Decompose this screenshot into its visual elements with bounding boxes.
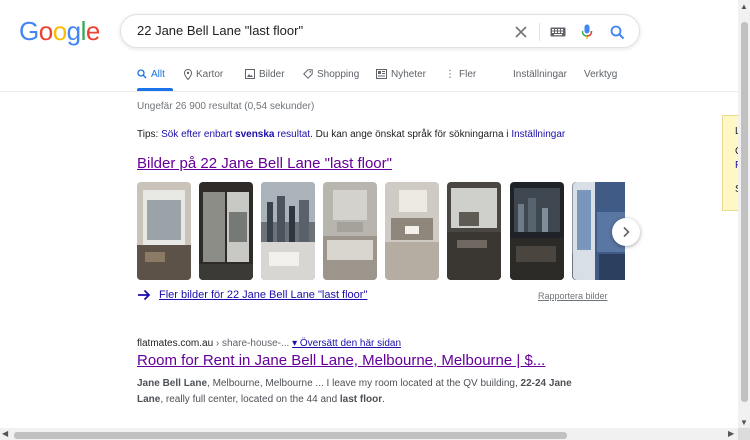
tab-more[interactable]: ⋮ Fler: [445, 67, 476, 81]
news-icon: [376, 69, 387, 79]
image-thumbnail[interactable]: [323, 182, 377, 280]
search-input[interactable]: 22 Jane Bell Lane "last floor": [137, 23, 303, 38]
image-icon: [245, 69, 255, 79]
vertical-scrollbar-thumb[interactable]: [741, 22, 748, 402]
settings-link[interactable]: Inställningar: [511, 129, 565, 140]
tabs-divider: [0, 91, 750, 92]
logo-letter: o: [38, 16, 53, 46]
tip-prefix: Tips:: [137, 129, 162, 140]
scroll-left-arrow-icon[interactable]: ◀: [2, 429, 8, 438]
search-icon[interactable]: [606, 21, 628, 43]
result-domain: flatmates.com.au: [137, 338, 214, 349]
tab-all-label: Allt: [151, 68, 165, 80]
tab-news[interactable]: Nyheter: [376, 67, 426, 81]
result-cite: flatmates.com.au › share-house-... ▾ Öve…: [137, 338, 401, 349]
logo-letter: g: [66, 16, 81, 46]
image-thumbnail[interactable]: [447, 182, 501, 280]
image-thumbnail[interactable]: [385, 182, 439, 280]
divider: [539, 23, 540, 41]
snippet-text: , really full center, located on the 44 …: [160, 394, 340, 405]
image-thumbnail[interactable]: [199, 182, 253, 280]
tab-settings[interactable]: Inställningar: [513, 67, 567, 81]
snippet-highlight: 22-24: [520, 378, 547, 389]
scroll-right-arrow-icon[interactable]: ▶: [728, 429, 734, 438]
tab-tools[interactable]: Verktyg: [584, 67, 617, 81]
tab-images[interactable]: Bilder: [245, 67, 285, 81]
image-thumbnail[interactable]: [510, 182, 564, 280]
arrow-right-icon: [138, 289, 151, 301]
image-thumbnail[interactable]: [137, 182, 191, 280]
more-dots-icon: ⋮: [445, 68, 455, 80]
tab-all[interactable]: Allt: [137, 67, 165, 81]
scroll-up-arrow-icon[interactable]: ▲: [740, 2, 748, 11]
tab-images-label: Bilder: [259, 68, 285, 80]
snippet-text: .: [382, 394, 385, 405]
more-images-link[interactable]: Fler bilder för 22 Jane Bell Lane "last …: [137, 289, 367, 301]
clear-icon[interactable]: [510, 21, 532, 43]
horizontal-scrollbar-thumb[interactable]: [14, 432, 567, 439]
scrollbar-corner: [738, 428, 750, 440]
logo-letter: e: [85, 16, 100, 46]
language-tip: Tips: Sök efter enbart svenska resultat.…: [137, 129, 565, 140]
carousel-next-button[interactable]: [612, 218, 640, 246]
map-pin-icon: [184, 68, 192, 80]
images-heading-link[interactable]: Bilder på 22 Jane Bell Lane "last floor": [137, 155, 392, 172]
logo-letter: G: [19, 16, 39, 46]
tip-middle: . Du kan ange önskat språk för sökningar…: [310, 129, 512, 140]
tag-icon: [303, 69, 313, 79]
tab-maps-label: Kartor: [196, 68, 224, 80]
tab-tools-label: Verktyg: [584, 68, 618, 80]
result-title-link[interactable]: Room for Rent in Jane Bell Lane, Melbour…: [137, 352, 545, 369]
more-images-label: Fler bilder för 22 Jane Bell Lane "last …: [159, 289, 368, 301]
tab-settings-label: Inställningar: [513, 68, 567, 80]
snippet-text: , Melbourne, Melbourne ... I leave my ro…: [207, 378, 521, 389]
logo-letter: o: [52, 16, 67, 46]
snippet-highlight: Jane Bell Lane: [137, 378, 208, 389]
image-carousel: [137, 182, 625, 281]
keyboard-icon[interactable]: [547, 21, 569, 43]
microphone-icon[interactable]: [576, 21, 598, 43]
result-path: › share-house-...: [213, 338, 290, 349]
tab-more-label: Fler: [459, 68, 477, 80]
tab-news-label: Nyheter: [391, 68, 427, 80]
image-thumbnail[interactable]: [261, 182, 315, 280]
snippet-highlight: last floor: [339, 394, 383, 405]
search-box[interactable]: 22 Jane Bell Lane "last floor": [120, 14, 640, 48]
chevron-right-icon: [623, 226, 630, 238]
translate-page-link[interactable]: ▾ Översätt den här sidan: [292, 338, 401, 349]
result-stats: Ungefär 26 900 resultat (0,54 sekunder): [137, 101, 315, 112]
tab-shopping[interactable]: Shopping: [303, 67, 359, 81]
tab-shopping-label: Shopping: [317, 68, 360, 80]
search-language-only-link[interactable]: Sök efter enbart svenska resultat: [161, 129, 310, 140]
result-snippet: Jane Bell Lane, Melbourne, Melbourne ...…: [137, 376, 577, 408]
scroll-down-arrow-icon[interactable]: ▼: [740, 418, 748, 427]
search-icon: [137, 69, 147, 79]
tab-maps[interactable]: Kartor: [184, 67, 223, 81]
report-images-link[interactable]: Rapportera bilder: [538, 291, 608, 301]
google-logo[interactable]: Google: [19, 18, 100, 44]
